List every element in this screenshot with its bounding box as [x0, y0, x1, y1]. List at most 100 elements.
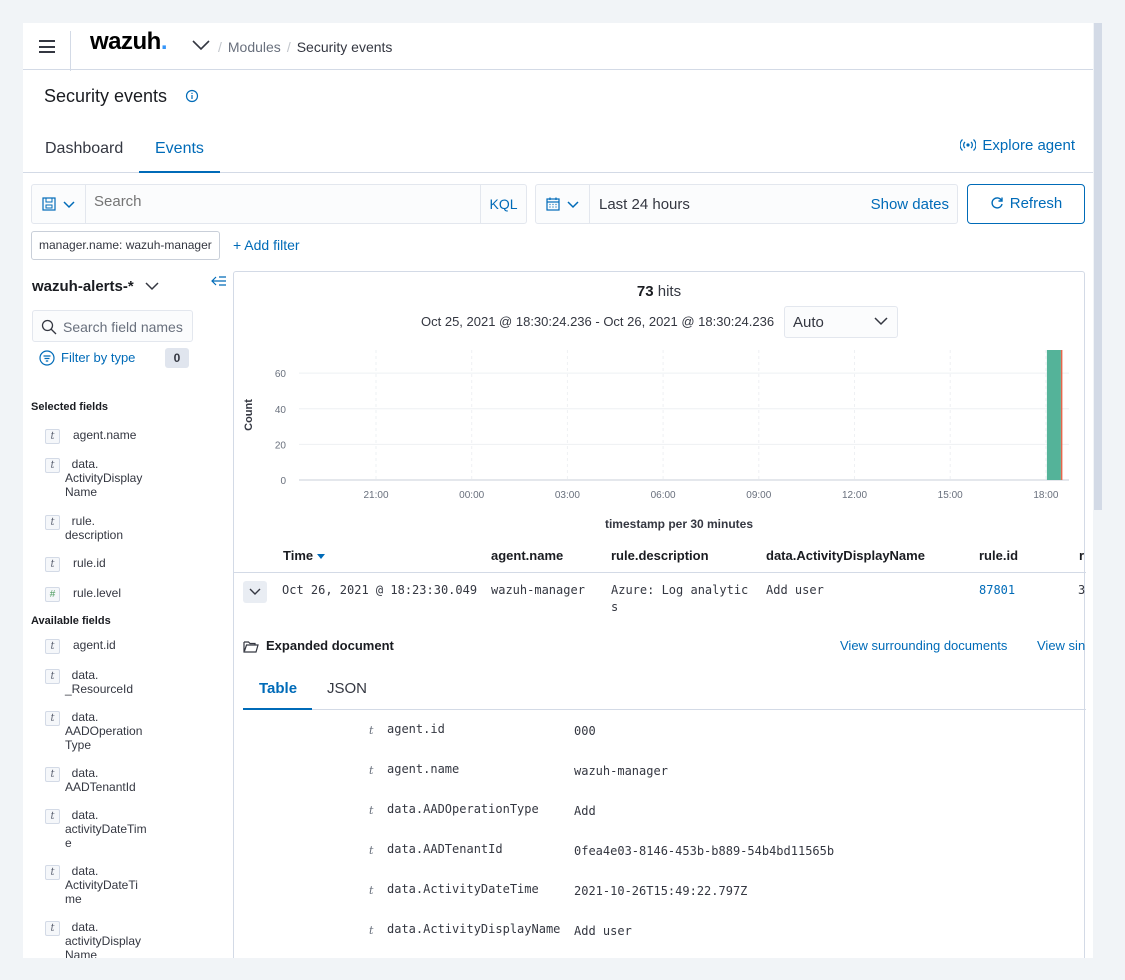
- table-header: Time agent.name rule.description data.Ac…: [234, 548, 1086, 570]
- breadcrumb-security-events: Security events: [296, 39, 393, 55]
- string-type-icon: t: [369, 764, 374, 777]
- interval-range: Oct 25, 2021 @ 18:30:24.236 - Oct 26, 20…: [421, 314, 775, 329]
- column-agent-name[interactable]: agent.name: [491, 548, 563, 563]
- collapse-sidebar-icon[interactable]: [211, 275, 227, 287]
- view-single-link[interactable]: View sin: [1037, 638, 1085, 653]
- filter-icon: [39, 350, 55, 366]
- string-type-icon: t: [369, 924, 374, 937]
- kql-toggle[interactable]: KQL: [480, 185, 526, 223]
- x-axis-label: timestamp per 30 minutes: [605, 517, 753, 531]
- string-type-icon: t: [369, 724, 374, 737]
- saved-query-button[interactable]: [32, 185, 86, 223]
- string-type-icon: t: [45, 515, 60, 530]
- column-rule-description[interactable]: rule.description: [611, 548, 709, 563]
- index-pattern-selector[interactable]: wazuh-alerts-*: [32, 278, 134, 295]
- add-filter-button[interactable]: + Add filter: [233, 237, 300, 253]
- histogram-chart: 0 20 40 60 21:00 00:00 03:00 06:00 09:00 12:00 15:…: [243, 350, 1069, 531]
- histogram-bar[interactable]: [1046, 350, 1061, 480]
- chevron-down-icon: [63, 201, 75, 209]
- x-tick-label: 18:00: [1033, 490, 1058, 501]
- save-icon: [42, 197, 56, 211]
- breadcrumb-modules[interactable]: Modules: [228, 39, 281, 55]
- y-tick-label: 0: [280, 476, 286, 487]
- number-type-icon: #: [45, 587, 60, 602]
- string-type-icon: t: [45, 711, 60, 726]
- doc-field-key: data.ActivityDateTime: [387, 882, 539, 896]
- breadcrumb: / Modules / Security events: [218, 39, 393, 55]
- active-tab-indicator: [139, 171, 220, 173]
- tab-json[interactable]: JSON: [327, 680, 367, 697]
- string-type-icon: t: [369, 844, 374, 857]
- string-type-icon: t: [45, 557, 60, 572]
- doc-field-key: agent.id: [387, 722, 445, 736]
- active-doc-tab-indicator: [243, 708, 312, 710]
- available-fields-heading: Available fields: [31, 615, 111, 627]
- app-window: wazuh. / Modules / Security events Security…: [23, 23, 1093, 958]
- interval-select[interactable]: Auto: [784, 306, 898, 338]
- view-surrounding-link[interactable]: View surrounding documents: [840, 638, 1007, 653]
- chevron-down-icon: [874, 317, 888, 326]
- info-icon[interactable]: [185, 89, 199, 103]
- string-type-icon: t: [45, 669, 60, 684]
- doc-field-row: t data.ActivityDisplayName Add user: [234, 918, 1086, 958]
- x-tick-label: 12:00: [842, 490, 867, 501]
- doc-field-key: data.AADOperationType: [387, 802, 539, 816]
- chevron-down-icon[interactable]: [191, 37, 211, 53]
- x-tick-label: 09:00: [746, 490, 771, 501]
- explore-agent-button[interactable]: Explore agent: [959, 137, 1075, 154]
- x-tick-label: 03:00: [555, 490, 580, 501]
- field-name: data. AADTenantId: [65, 766, 136, 794]
- antenna-icon: [959, 139, 977, 151]
- module-tabs: Dashboard Events Explore agent: [23, 133, 1093, 173]
- filter-by-type-button[interactable]: Filter by type: [39, 350, 135, 366]
- column-rule-id[interactable]: rule.id: [979, 548, 1018, 563]
- search-icon: [41, 319, 57, 335]
- field-name: rule. description: [65, 514, 124, 542]
- nav-divider: [70, 31, 71, 71]
- refresh-button[interactable]: Refresh: [967, 184, 1085, 224]
- doc-field-row: t data.ActivityDateTime 2021-10-26T15:49:2…: [234, 878, 1086, 918]
- row-agent-name: wazuh-manager: [491, 583, 585, 597]
- quick-select-button[interactable]: [536, 185, 590, 223]
- column-rule-level[interactable]: r: [1079, 548, 1084, 563]
- wazuh-logo[interactable]: wazuh.: [90, 28, 168, 56]
- field-search-input[interactable]: Search field names: [32, 310, 193, 342]
- row-time: Oct 26, 2021 @ 18:23:30.049: [282, 583, 478, 597]
- collapse-row-button[interactable]: [243, 581, 267, 603]
- doc-field-key: data.AADTenantId: [387, 842, 503, 856]
- histogram-bar-edge: [1060, 350, 1063, 480]
- doc-field-value: wazuh-manager: [574, 764, 668, 778]
- search-input[interactable]: [94, 193, 474, 210]
- string-type-icon: t: [45, 767, 60, 782]
- string-type-icon: t: [45, 809, 60, 824]
- row-rule-level: 3: [1078, 583, 1086, 597]
- tab-events[interactable]: Events: [155, 140, 204, 158]
- row-rule-id-link[interactable]: 87801: [979, 582, 1015, 599]
- column-activity-display-name[interactable]: data.ActivityDisplayName: [766, 548, 925, 563]
- column-time[interactable]: Time: [283, 548, 325, 563]
- row-description-wrap: s: [611, 600, 619, 614]
- page-title: Security events: [44, 86, 168, 106]
- doc-field-row: t data.AADOperationType Add: [234, 798, 1086, 838]
- hits-count: 73 hits: [636, 283, 682, 300]
- chevron-down-icon[interactable]: [145, 282, 159, 291]
- top-nav-bar: wazuh. / Modules / Security events: [23, 23, 1093, 71]
- x-tick-label: 15:00: [938, 490, 963, 501]
- tab-table[interactable]: Table: [259, 680, 297, 697]
- doc-field-key: data.ActivityDisplayName: [387, 922, 561, 936]
- date-range-value[interactable]: Last 24 hours: [599, 196, 690, 213]
- tab-dashboard[interactable]: Dashboard: [45, 140, 123, 158]
- refresh-icon: [991, 197, 1003, 209]
- field-name: data. ActivityDisplay Name: [65, 457, 143, 499]
- doc-field-row: t agent.name wazuh-manager: [234, 758, 1086, 798]
- calendar-icon: [546, 197, 560, 211]
- scrollbar-thumb[interactable]: [1094, 23, 1102, 510]
- menu-icon[interactable]: [39, 40, 55, 53]
- y-tick-label: 60: [275, 369, 287, 380]
- row-description: Azure: Log analytic: [611, 583, 749, 597]
- filter-pill[interactable]: manager.name: wazuh-manager: [31, 231, 220, 260]
- chevron-down-icon: [249, 588, 261, 595]
- field-name: agent.id: [73, 638, 116, 652]
- show-dates-link[interactable]: Show dates: [871, 196, 949, 213]
- y-axis-label: Count: [243, 399, 255, 431]
